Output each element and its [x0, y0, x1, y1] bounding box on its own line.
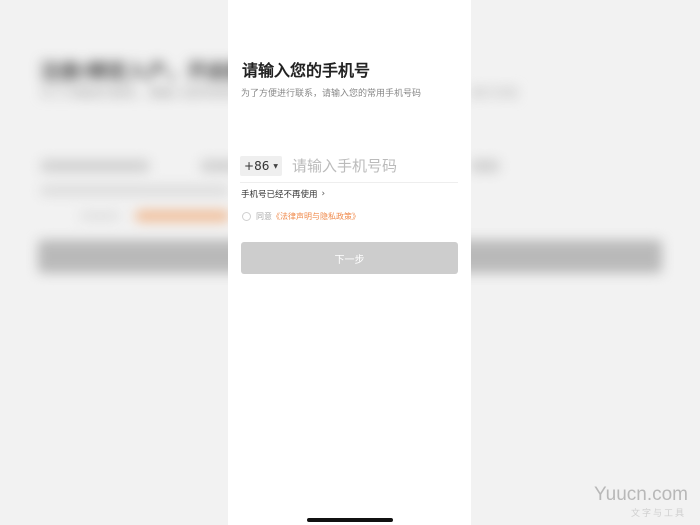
background-line — [470, 160, 500, 172]
agreement-checkbox[interactable] — [242, 212, 251, 221]
caret-down-icon: ▼ — [273, 162, 278, 170]
agreement-row: 同意 《法律声明与隐私政策》 — [242, 211, 360, 222]
watermark: Yuucn.com — [594, 484, 688, 505]
phone-no-longer-used-link[interactable]: 手机号已经不再使用 › — [241, 188, 325, 200]
input-underline — [240, 182, 458, 183]
phone-no-longer-used-label: 手机号已经不再使用 — [241, 190, 318, 200]
agreement-prefix: 同意 — [256, 212, 272, 221]
privacy-policy-link[interactable]: 《法律声明与隐私政策》 — [272, 211, 360, 222]
country-code-selector[interactable]: +86 ▼ — [240, 156, 282, 176]
page-title: 请输入您的手机号 — [242, 61, 371, 80]
background-link-line — [135, 211, 230, 221]
background-line — [80, 212, 120, 220]
phone-entry-sheet: 请输入您的手机号 为了方便进行联系，请输入您的常用手机号码 +86 ▼ 手机号已… — [228, 0, 471, 525]
background-line — [40, 160, 150, 172]
next-step-button[interactable]: 下一步 — [241, 242, 458, 274]
home-indicator[interactable] — [307, 518, 393, 522]
phone-input[interactable] — [292, 154, 456, 178]
chevron-right-icon: › — [321, 189, 326, 199]
country-code-label: +86 — [244, 159, 270, 173]
page-subtitle: 为了方便进行联系，请输入您的常用手机号码 — [241, 89, 422, 99]
background-subtitle-right: 进行识别 — [470, 86, 519, 100]
watermark-subtext: 文字与工具 — [630, 509, 686, 519]
background-line — [40, 186, 230, 195]
